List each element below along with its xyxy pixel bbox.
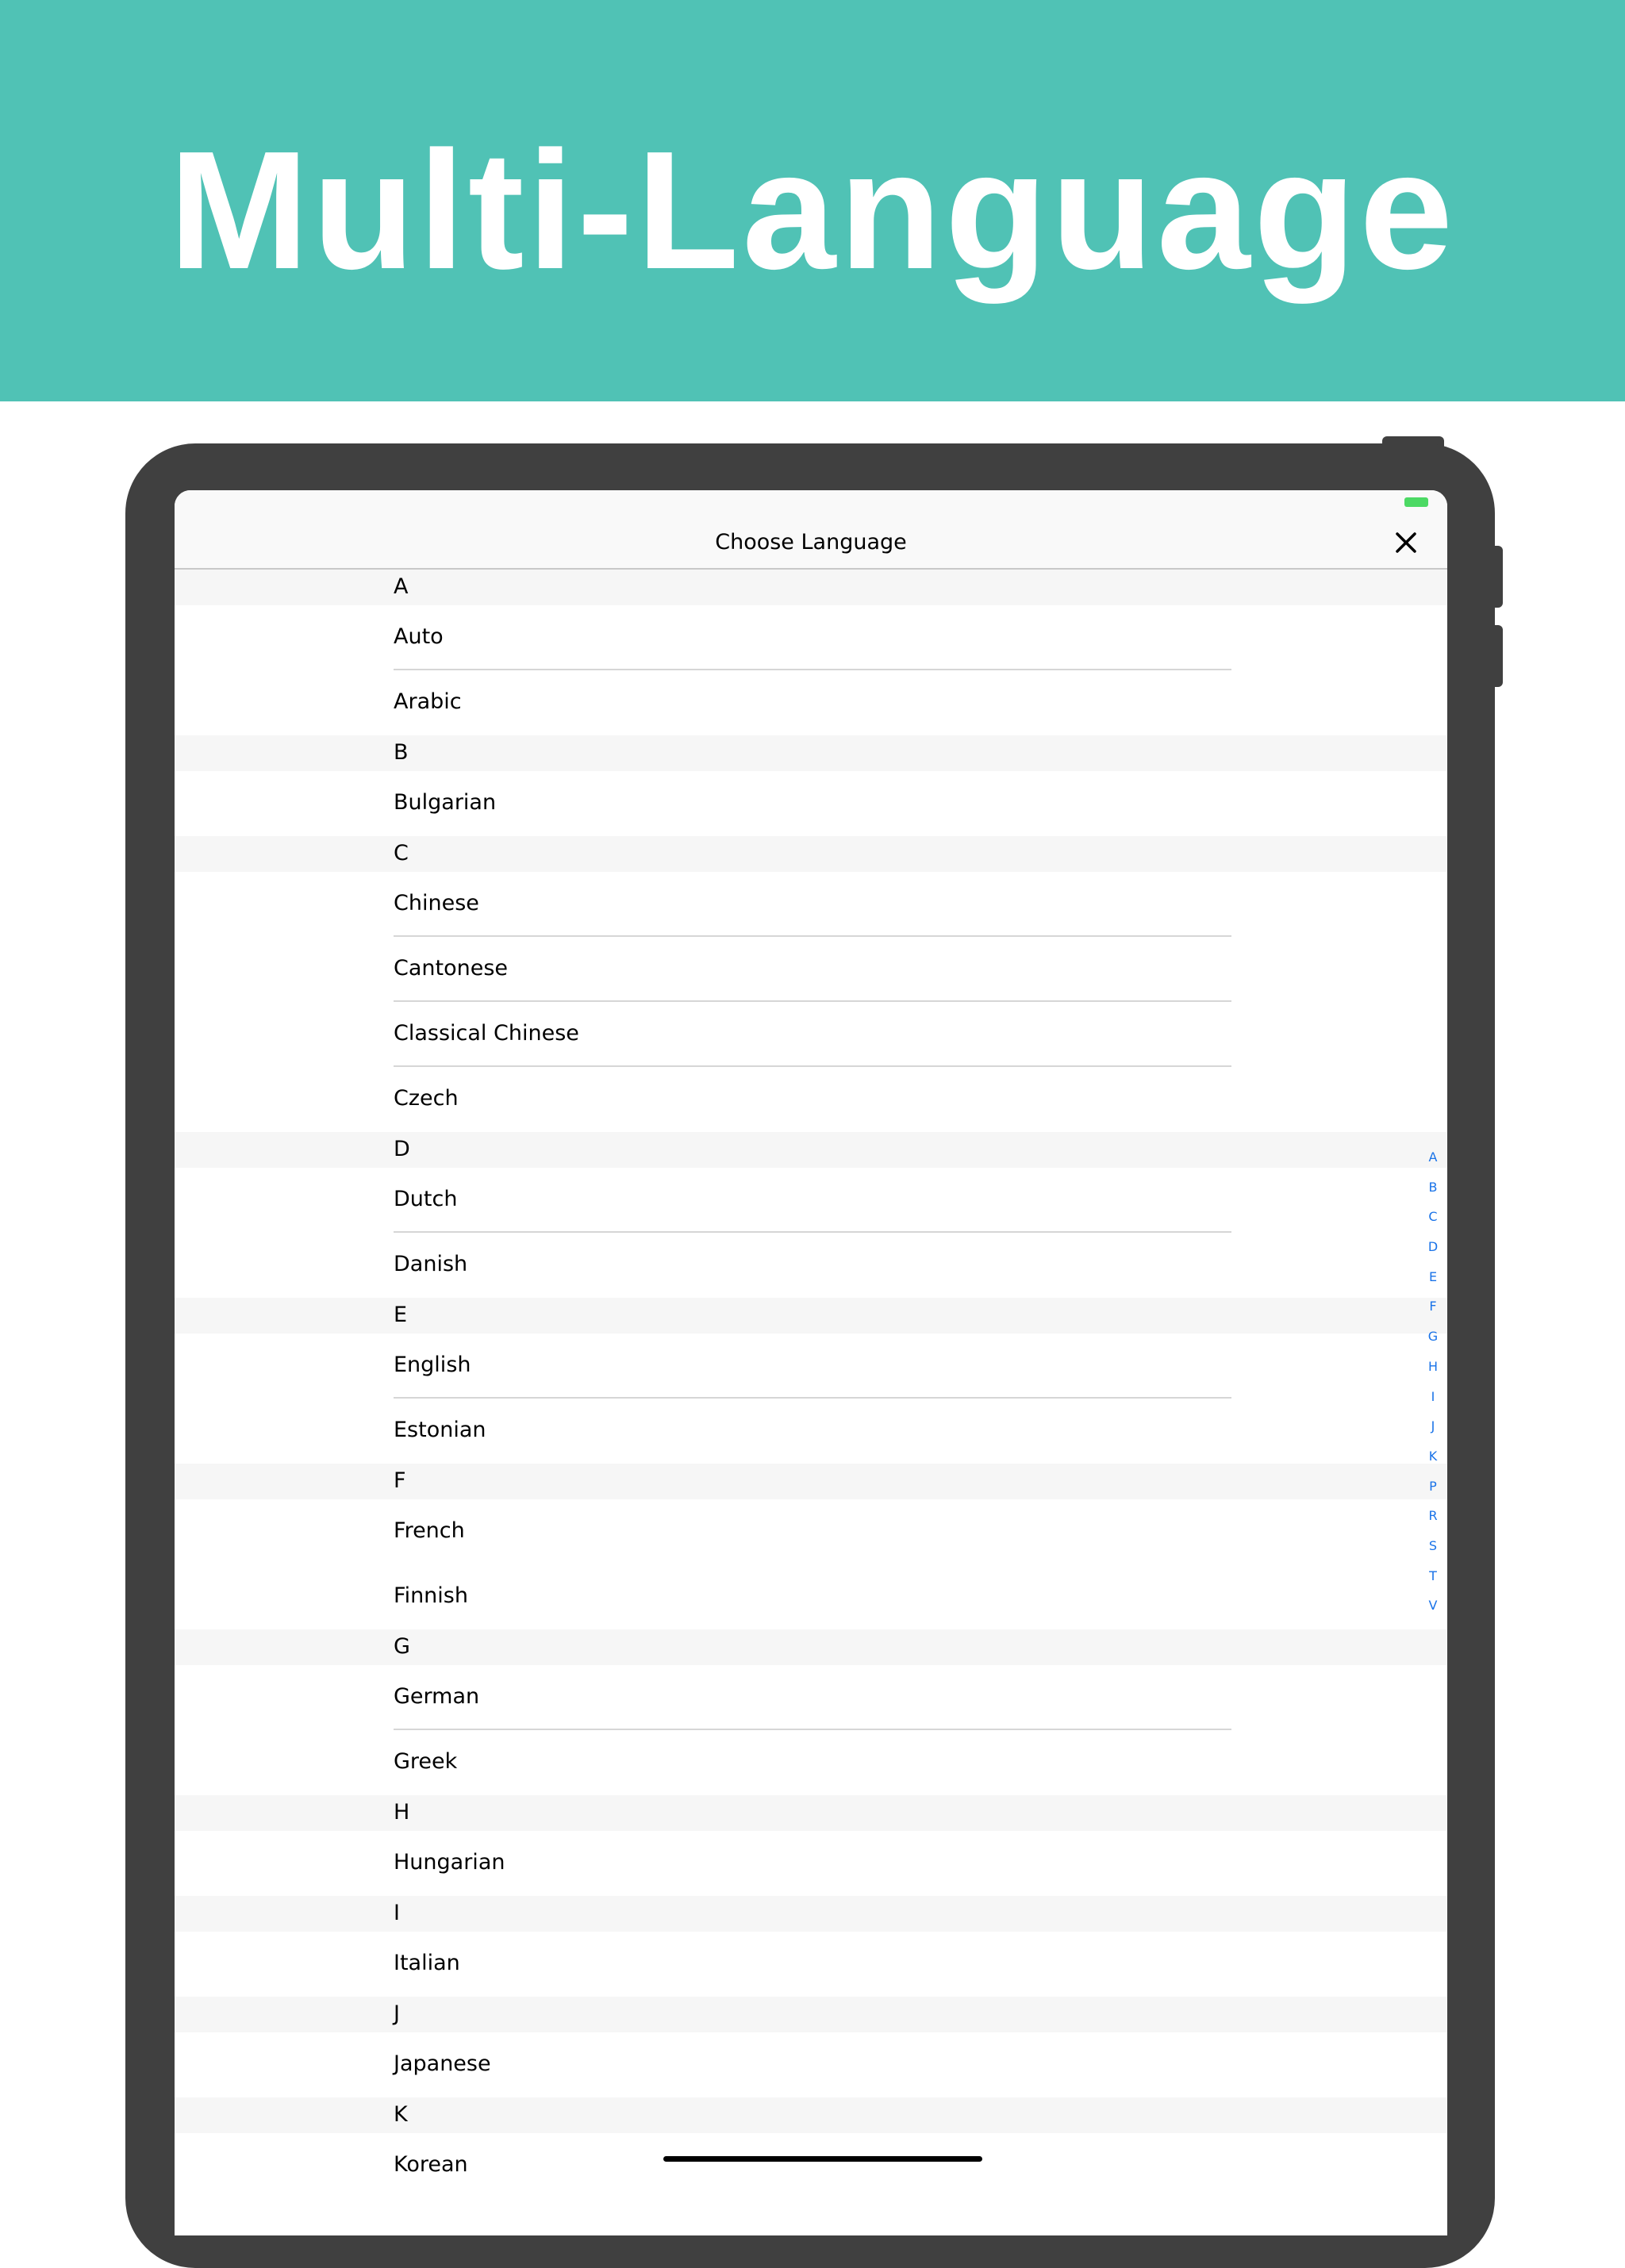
language-row[interactable]: Cantonese (175, 937, 1447, 1002)
banner: Multi-Language (0, 0, 1625, 401)
language-label: Italian (394, 1951, 460, 1975)
section-header-label: I (394, 1901, 400, 1925)
section-header-label: G (394, 1634, 410, 1659)
language-row[interactable]: Chinese (175, 872, 1447, 937)
index-letter[interactable]: A (1419, 1142, 1447, 1172)
section-header-label: E (394, 1303, 408, 1327)
language-row[interactable]: German (175, 1665, 1447, 1730)
home-indicator[interactable] (663, 2156, 982, 2162)
section-header-f: F (175, 1464, 1447, 1499)
language-row[interactable]: Korean (175, 2133, 1447, 2198)
language-label: Korean (394, 2152, 468, 2177)
language-label: Dutch (394, 1187, 458, 1211)
index-letter[interactable]: D (1419, 1232, 1447, 1262)
section-header-h: H (175, 1795, 1447, 1831)
section-header-a: A (175, 570, 1447, 605)
language-label: Japanese (394, 2051, 491, 2076)
section-header-c: C (175, 836, 1447, 872)
index-letter[interactable]: B (1419, 1172, 1447, 1203)
index-letter[interactable]: P (1419, 1472, 1447, 1502)
language-label: English (394, 1353, 471, 1377)
close-button[interactable] (1389, 525, 1423, 560)
language-row[interactable]: Japanese (175, 2032, 1447, 2097)
language-row[interactable]: Italian (175, 1932, 1447, 1997)
section-header-label: F (394, 1468, 406, 1493)
language-row[interactable]: Danish (175, 1233, 1447, 1298)
language-row[interactable]: Czech (175, 1067, 1447, 1132)
banner-title: Multi-Language (168, 116, 1457, 304)
status-bar (175, 490, 1447, 514)
index-letter[interactable]: S (1419, 1531, 1447, 1561)
language-row[interactable]: Finnish (175, 1564, 1447, 1629)
language-label: Cantonese (394, 956, 509, 980)
index-letter[interactable]: I (1419, 1382, 1447, 1412)
language-label: Chinese (394, 891, 479, 915)
section-header-j: J (175, 1997, 1447, 2032)
language-label: Classical Chinese (394, 1021, 579, 1046)
device-volume-up-button (1493, 546, 1503, 608)
language-row[interactable]: Dutch (175, 1168, 1447, 1233)
section-header-e: E (175, 1298, 1447, 1334)
section-header-label: D (394, 1137, 410, 1161)
section-header-label: J (394, 2001, 400, 2026)
section-index[interactable]: ABCDEFGHIJKPRSTV (1419, 1142, 1447, 1621)
language-row[interactable]: Greek (175, 1730, 1447, 1795)
language-label: Auto (394, 624, 444, 649)
index-letter[interactable]: J (1419, 1411, 1447, 1441)
index-letter[interactable]: G (1419, 1322, 1447, 1352)
section-header-label: K (394, 2102, 408, 2127)
battery-icon (1404, 497, 1428, 507)
navigation-bar: Choose Language (175, 490, 1447, 570)
language-label: Arabic (394, 689, 462, 714)
language-label: Hungarian (394, 1850, 505, 1875)
section-header-d: D (175, 1132, 1447, 1168)
section-header-k: K (175, 2097, 1447, 2133)
close-icon (1396, 532, 1416, 553)
index-letter[interactable]: C (1419, 1202, 1447, 1232)
index-letter[interactable]: K (1419, 1441, 1447, 1472)
language-row[interactable]: Estonian (175, 1399, 1447, 1464)
language-label: German (394, 1684, 480, 1709)
language-label: French (394, 1518, 465, 1543)
language-row[interactable]: French (175, 1499, 1447, 1564)
index-letter[interactable]: E (1419, 1262, 1447, 1292)
language-label: Greek (394, 1749, 458, 1774)
index-letter[interactable]: T (1419, 1561, 1447, 1591)
index-letter[interactable]: F (1419, 1291, 1447, 1322)
language-label: Estonian (394, 1418, 486, 1442)
language-label: Finnish (394, 1583, 468, 1608)
section-header-label: B (394, 740, 409, 765)
language-row[interactable]: Bulgarian (175, 771, 1447, 836)
section-header-i: I (175, 1896, 1447, 1932)
language-row[interactable]: Hungarian (175, 1831, 1447, 1896)
language-row[interactable]: Arabic (175, 670, 1447, 735)
index-letter[interactable]: H (1419, 1352, 1447, 1382)
section-header-b: B (175, 735, 1447, 771)
section-header-label: H (394, 1800, 410, 1825)
language-list: A Auto Arabic B Bulgarian C Chinese Cantonese Cl… (175, 570, 1447, 2198)
device-volume-down-button (1493, 625, 1503, 687)
language-row[interactable]: English (175, 1334, 1447, 1399)
section-header-label: A (394, 574, 409, 599)
section-header-g: G (175, 1629, 1447, 1665)
language-row[interactable]: Classical Chinese (175, 1002, 1447, 1067)
language-label: Czech (394, 1086, 459, 1111)
page-title: Choose Language (715, 530, 907, 555)
language-row[interactable]: Auto (175, 605, 1447, 670)
index-letter[interactable]: R (1419, 1501, 1447, 1531)
language-label: Danish (394, 1252, 468, 1276)
section-header-label: C (394, 841, 409, 865)
index-letter[interactable]: V (1419, 1591, 1447, 1621)
tablet-screen: Choose Language A Auto Arabic B Bulgarian C Ch… (175, 490, 1447, 2235)
language-label: Bulgarian (394, 790, 497, 815)
